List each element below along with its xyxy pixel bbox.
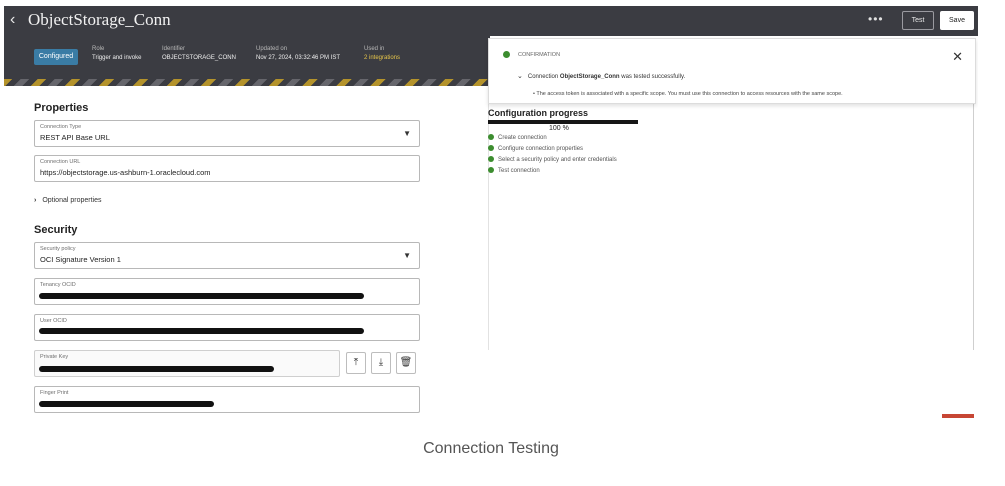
private-key-field[interactable]: Private Key <box>34 350 340 377</box>
updated-value: Nov 27, 2024, 03:32:46 PM IST <box>256 55 341 61</box>
chevron-right-icon: › <box>34 197 37 204</box>
test-button[interactable]: Test <box>902 11 934 30</box>
identifier-meta: Identifier OBJECTSTORAGE_CONN <box>162 45 236 63</box>
progress-fill <box>488 120 638 124</box>
finger-print-field[interactable]: Finger Print <box>34 386 420 413</box>
chevron-down-icon: ▼ <box>403 251 411 260</box>
more-horizontal-icon[interactable]: ••• <box>868 12 884 26</box>
notification-header: CONFIRMATION <box>503 51 560 58</box>
check-circle-icon <box>488 156 494 163</box>
connection-type-label: Connection Type <box>40 124 82 130</box>
properties-heading: Properties <box>34 102 89 114</box>
security-policy-label: Security policy <box>40 246 76 252</box>
role-label: Role <box>92 46 105 52</box>
progress-step-label: Select a security policy and enter crede… <box>498 157 617 163</box>
redaction-mark <box>39 328 364 334</box>
progress-step-label: Create connection <box>498 135 547 141</box>
redaction-mark <box>39 366 274 372</box>
finger-print-label: Finger Print <box>40 390 69 396</box>
notification-type: CONFIRMATION <box>518 51 561 58</box>
security-policy-value: OCI Signature Version 1 <box>40 255 121 264</box>
connection-banner: Configured Role Trigger and invoke Ident… <box>4 36 490 86</box>
updated-label: Updated on <box>256 46 288 52</box>
identifier-value: OBJECTSTORAGE_CONN <box>162 55 236 61</box>
progress-step: Create connection <box>488 134 617 145</box>
tenancy-ocid-label: Tenancy OCID <box>40 282 76 288</box>
used-in-link[interactable]: 2 integrations <box>364 54 400 63</box>
figure-caption: Connection Testing <box>423 440 559 457</box>
notification-detail-text: The access token is associated with a sp… <box>536 91 843 97</box>
notification-detail: • The access token is associated with a … <box>533 91 843 97</box>
progress-step: Configure connection properties <box>488 145 617 156</box>
used-in-meta: Used in 2 integrations <box>364 45 400 63</box>
progress-bar <box>488 120 638 124</box>
upload-icon[interactable]: ⤒ <box>346 352 366 374</box>
trash-icon[interactable]: 🗑 <box>396 352 416 374</box>
progress-steps: Create connection Configure connection p… <box>488 134 617 178</box>
private-key-label: Private Key <box>40 354 69 360</box>
banner-pattern <box>4 79 490 86</box>
identifier-label: Identifier <box>162 46 186 52</box>
connection-url-value: https://objectstorage.us-ashburn-1.oracl… <box>40 168 211 177</box>
progress-step-label: Configure connection properties <box>498 146 584 152</box>
connection-type-value: REST API Base URL <box>40 133 110 142</box>
redaction-mark <box>39 401 214 407</box>
role-value: Trigger and invoke <box>92 55 142 61</box>
used-in-label: Used in <box>364 46 385 52</box>
download-icon[interactable]: ⤓ <box>371 352 391 374</box>
tenancy-ocid-field[interactable]: Tenancy OCID <box>34 278 420 305</box>
redaction-mark <box>39 293 364 299</box>
security-heading: Security <box>34 224 78 236</box>
message-prefix: Connection <box>527 74 560 80</box>
chevron-left-icon[interactable]: ‹ <box>10 10 15 30</box>
updated-meta: Updated on Nov 27, 2024, 03:32:46 PM IST <box>256 45 340 63</box>
top-bar: ‹ ObjectStorage_Conn ••• Test Save <box>4 6 978 36</box>
save-button[interactable]: Save <box>940 11 974 30</box>
close-icon[interactable]: ✕ <box>952 49 963 65</box>
check-circle-icon <box>503 51 510 58</box>
chevron-down-icon: ▼ <box>403 129 411 138</box>
connection-url-field[interactable]: Connection URL https://objectstorage.us-… <box>34 155 420 182</box>
notification-message[interactable]: ⌄ Connection ObjectStorage_Conn was teste… <box>517 72 685 80</box>
optional-properties-label: Optional properties <box>42 197 102 204</box>
confirmation-notification: CONFIRMATION ✕ ⌄ Connection ObjectStorage… <box>488 38 976 104</box>
screenshot-frame: ‹ ObjectStorage_Conn ••• Test Save Confi… <box>4 6 978 418</box>
status-badge: Configured <box>34 49 78 65</box>
message-connection-name: ObjectStorage_Conn <box>559 74 620 80</box>
message-suffix: was tested successfully. <box>619 74 686 80</box>
check-circle-icon <box>488 145 494 152</box>
progress-percent: 100 % <box>549 125 569 132</box>
progress-step-label: Test connection <box>498 168 540 174</box>
connection-title: ObjectStorage_Conn <box>28 10 171 29</box>
progress-step: Test connection <box>488 167 617 178</box>
feedback-tab[interactable] <box>942 414 974 418</box>
progress-step: Select a security policy and enter crede… <box>488 156 617 167</box>
optional-properties-toggle[interactable]: › Optional properties <box>34 197 102 204</box>
connection-type-select[interactable]: Connection Type REST API Base URL ▼ <box>34 120 420 147</box>
progress-heading: Configuration progress <box>488 108 589 118</box>
security-policy-select[interactable]: Security policy OCI Signature Version 1 … <box>34 242 420 269</box>
check-circle-icon <box>488 134 494 141</box>
connection-url-label: Connection URL <box>40 159 81 165</box>
user-ocid-field[interactable]: User OCID <box>34 314 420 341</box>
check-circle-icon <box>488 167 494 174</box>
user-ocid-label: User OCID <box>40 318 67 324</box>
role-meta: Role Trigger and invoke <box>92 45 141 63</box>
chevron-down-icon: ⌄ <box>517 73 523 80</box>
